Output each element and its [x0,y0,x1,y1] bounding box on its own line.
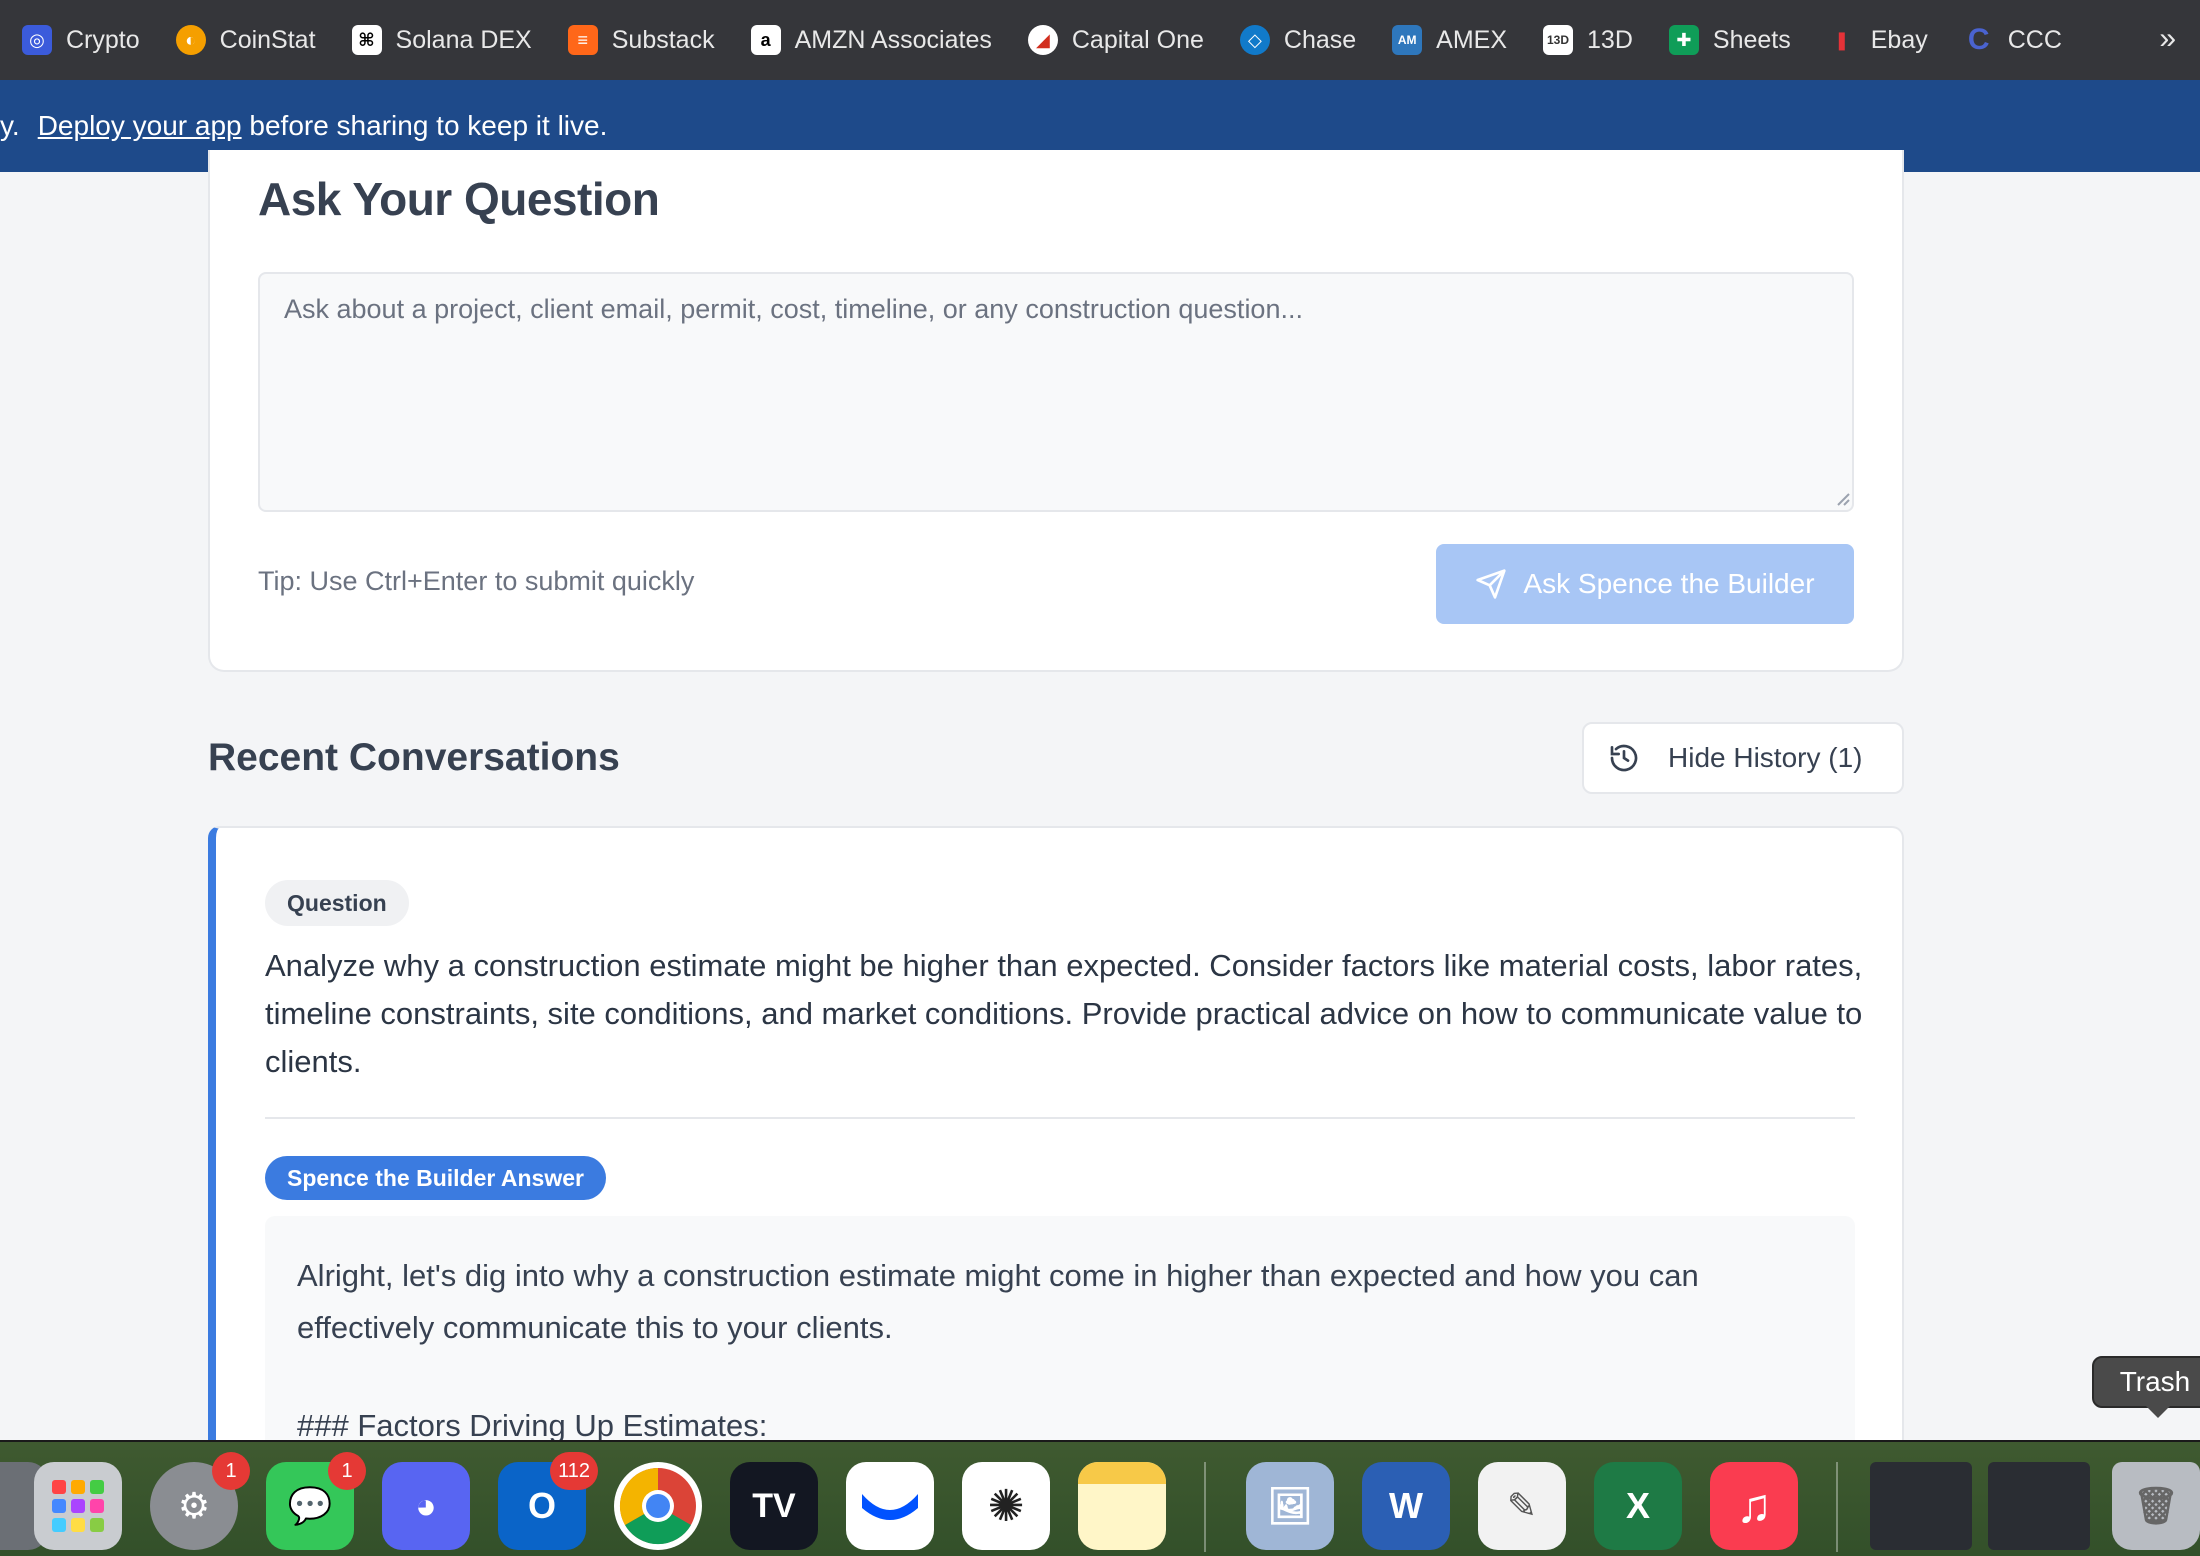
amex-icon: AM [1392,25,1423,55]
bookmarks-overflow-icon[interactable]: » [2159,22,2176,56]
music-icon[interactable]: ♫ [1710,1462,1798,1550]
word-icon[interactable]: W [1362,1462,1450,1550]
send-icon [1476,569,1507,599]
notification-badge: 112 [550,1452,598,1490]
bookmark-amzn-associates[interactable]: a AMZN Associates [750,25,992,55]
chatgpt-icon[interactable]: ✺ [962,1462,1050,1550]
launchpad-icon[interactable] [34,1462,122,1550]
ask-button[interactable]: Ask Spence the Builder [1436,544,1854,624]
history-icon [1610,744,1638,772]
ebay-icon: ❚ [1834,29,1850,50]
coinbase-wallet-icon[interactable] [846,1462,934,1550]
minimized-window-icon[interactable] [1988,1462,2090,1550]
notification-badge: 1 [212,1452,250,1490]
owl-icon: ⌘ [351,25,382,55]
page-title: Ask Your Question [258,173,660,225]
answer-text: Alright, let's dig into why a constructi… [297,1258,1699,1345]
chrome-icon[interactable] [614,1462,702,1550]
notes-icon[interactable] [1078,1462,1166,1550]
system-settings-icon[interactable]: ⚙ 1 [150,1452,250,1550]
ccc-icon: C [1967,23,1990,56]
chrome-logo [619,1467,696,1545]
divider [265,1117,1855,1119]
wallet-logo [862,1494,918,1520]
notification-badge: 1 [328,1452,366,1490]
bookmark-solana-dex[interactable]: ⌘ Solana DEX [351,25,532,55]
dock-separator [1836,1462,1838,1552]
bookmark-amex[interactable]: AM AMEX [1392,25,1507,55]
answer-tag: Spence the Builder Answer [265,1156,606,1200]
13d-icon: 13D [1543,25,1574,55]
bookmark-coinstat[interactable]: ◐ CoinStat [175,25,316,55]
preview-icon[interactable]: 🖼 [1246,1462,1334,1550]
discord-icon[interactable]: ◕ [382,1462,470,1550]
substack-icon: ≡ [567,25,598,55]
textedit-icon[interactable]: ✎ [1478,1462,1566,1550]
bookmark-chase[interactable]: ◇ Chase [1239,25,1356,55]
dock-separator [1204,1462,1206,1552]
question-tag: Question [265,880,409,926]
coinstat-icon: ◐ [175,25,206,55]
excel-icon[interactable]: X [1594,1462,1682,1550]
sheets-icon: ✚ [1668,25,1699,55]
answer-heading: ### Factors Driving Up Estimates: [297,1408,768,1443]
bookmark-ccc[interactable]: C CCC [1964,23,2062,56]
hide-history-button[interactable]: Hide History (1) [1582,722,1904,794]
bookmark-13d[interactable]: 13D 13D [1543,25,1633,55]
trash-tooltip: Trash [2092,1356,2200,1418]
bookmark-sheets[interactable]: ✚ Sheets [1668,25,1791,55]
bookmarks-bar: ◎ Crypto ◐ CoinStat ⌘ Solana DEX ≡ Substack … [0,0,2200,80]
launchpad-grid [52,1480,104,1532]
submit-tip: Tip: Use Ctrl+Enter to submit quickly [258,566,695,596]
notes-header [1078,1462,1166,1484]
amazon-icon: a [750,25,781,55]
minimized-window-icon[interactable] [1870,1462,1972,1550]
question-input[interactable] [258,272,1854,512]
bookmark-capital-one[interactable]: ◢ Capital One [1027,25,1204,55]
tradingview-icon[interactable]: TV [730,1462,818,1550]
outlook-icon[interactable]: O 112 [498,1452,598,1550]
capital-one-icon: ◢ [1027,25,1058,55]
question-text: Analyze why a construction estimate migh… [265,948,1863,1079]
deploy-link[interactable]: Deploy your app [38,110,242,142]
bookmark-crypto[interactable]: ◎ Crypto [22,25,140,55]
recent-conversations-heading: Recent Conversations [208,736,620,779]
resize-handle-icon[interactable] [1836,492,1850,506]
crypto-icon: ◎ [22,25,52,55]
trash-icon[interactable]: 🗑 [2112,1462,2200,1550]
bookmark-substack[interactable]: ≡ Substack [567,25,715,55]
bookmark-ebay[interactable]: ❚ Ebay [1827,25,1928,55]
messages-icon[interactable]: 💬 1 [266,1452,366,1550]
chase-icon: ◇ [1239,25,1270,55]
